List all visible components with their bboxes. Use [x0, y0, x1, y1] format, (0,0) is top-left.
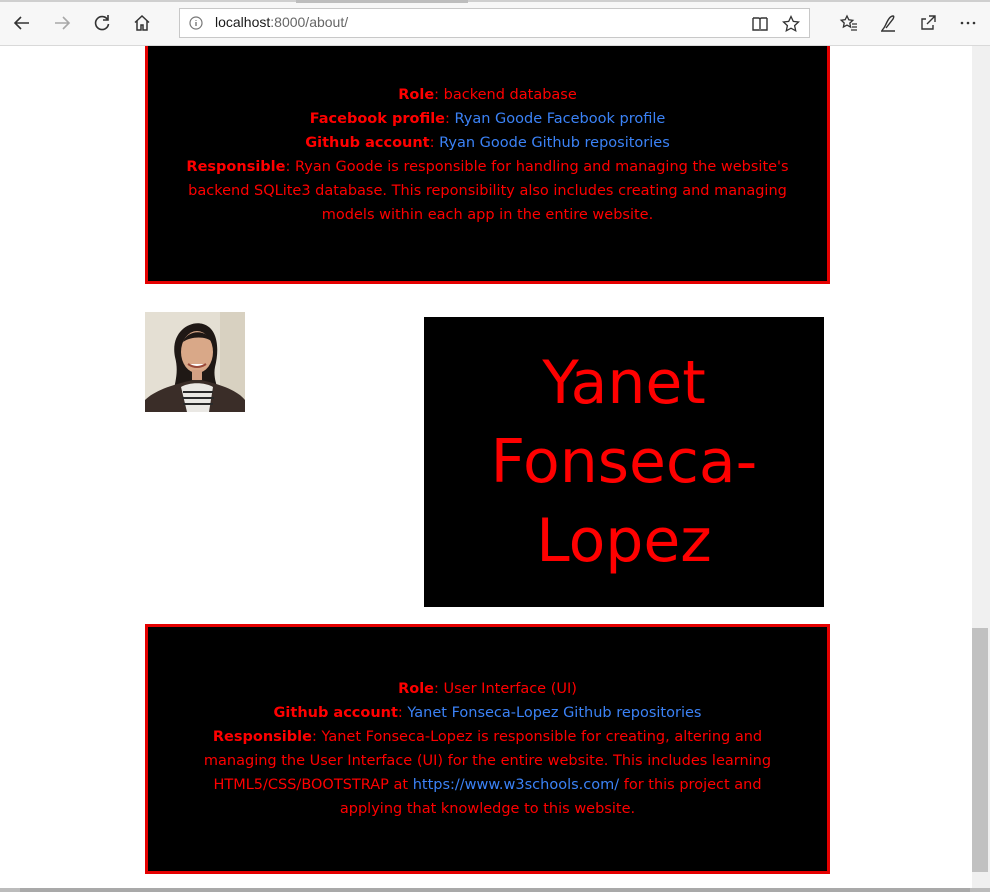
responsible-text-4: applying that knowledge to this website. [339, 801, 636, 817]
role-line: Role: backend database [398, 87, 577, 103]
responsible-text-1: Ryan Goode is responsible for handling a… [295, 159, 789, 175]
github-label: Github account [273, 705, 398, 721]
info-icon[interactable] [188, 15, 204, 31]
arrow-right-icon [55, 16, 71, 30]
tab-strip-edge-right [468, 0, 990, 2]
role-line: Role: User Interface (UI) [398, 681, 577, 697]
active-tab-edge [296, 0, 468, 3]
browser-toolbar: localhost:8000/about/ [0, 0, 990, 46]
responsible-line: Responsible: Yanet Fonseca-Lopez is resp… [212, 729, 763, 745]
facebook-line: Facebook profile: Ryan Goode Facebook pr… [309, 111, 666, 127]
url-path: :8000/about/ [270, 14, 349, 30]
address-bar[interactable]: localhost:8000/about/ [179, 8, 810, 38]
responsible-text-3-pre: HTML5/CSS/BOOTSTRAP at [213, 777, 413, 793]
refresh-button[interactable] [87, 8, 117, 38]
member-info-content: Role: User Interface (UI) Github account… [178, 677, 797, 821]
refresh-icon [94, 15, 110, 31]
github-repositories-link[interactable]: Yanet Fonseca-Lopez Github repositories [407, 705, 701, 721]
member-name-line-2: Fonseca- [490, 426, 758, 497]
tab-strip-edge [0, 0, 296, 2]
responsible-text-3: models within each app in the entire web… [321, 207, 654, 223]
more-dots-icon [960, 21, 976, 25]
member-info-card-yanet: Role: User Interface (UI) Github account… [145, 624, 830, 874]
url-text[interactable]: localhost:8000/about/ [215, 14, 348, 30]
role-value: User Interface (UI) [443, 681, 577, 697]
horizontal-scrollbar-thumb[interactable] [20, 888, 970, 892]
home-button[interactable] [127, 8, 157, 38]
back-button[interactable] [7, 8, 37, 38]
role-label: Role [398, 87, 435, 103]
w3schools-link[interactable]: https://www.w3schools.com/ [413, 777, 619, 793]
page-viewport: Role: backend database Facebook profile:… [0, 46, 972, 888]
member-name-line-3: Lopez [536, 505, 712, 576]
facebook-profile-link[interactable]: Ryan Goode Facebook profile [455, 111, 666, 127]
member-name-box: Yanet Fonseca- Lopez [424, 317, 824, 607]
share-button[interactable] [913, 8, 943, 38]
forward-button[interactable] [47, 8, 77, 38]
role-value: backend database [443, 87, 577, 103]
favorite-star-icon[interactable] [781, 14, 801, 34]
member-name-line-1: Yanet [542, 347, 706, 418]
favorites-button[interactable] [834, 8, 864, 38]
portrait-image [145, 312, 245, 412]
github-line: Github account: Yanet Fonseca-Lopez Gith… [273, 705, 702, 721]
responsible-text-2: managing the User Interface (UI) for the… [203, 753, 772, 769]
favorites-list-icon [839, 14, 857, 31]
responsible-text-3-post: for this project and [619, 777, 762, 793]
github-label: Github account [305, 135, 430, 151]
vertical-scrollbar-thumb[interactable] [972, 628, 988, 872]
github-line: Github account: Ryan Goode Github reposi… [305, 135, 670, 151]
member-photo-yanet [145, 312, 245, 412]
responsible-text-3: HTML5/CSS/BOOTSTRAP at https://www.w3sch… [178, 773, 797, 797]
facebook-label: Facebook profile [309, 111, 445, 127]
arrow-left-icon [13, 16, 29, 30]
notes-button[interactable] [873, 8, 903, 38]
github-repositories-link[interactable]: Ryan Goode Github repositories [439, 135, 670, 151]
pen-icon [881, 15, 895, 32]
more-button[interactable] [953, 8, 983, 38]
role-label: Role [398, 681, 435, 697]
url-host: localhost [215, 14, 271, 30]
responsible-line: Responsible: Ryan Goode is responsible f… [186, 159, 789, 175]
member-info-card-ryan: Role: backend database Facebook profile:… [145, 46, 830, 284]
responsible-text-2: backend SQLite3 database. This reponsibi… [188, 183, 787, 199]
responsible-label: Responsible [186, 159, 286, 175]
member-info-content: Role: backend database Facebook profile:… [178, 83, 797, 227]
share-icon [921, 15, 936, 30]
home-icon [134, 14, 150, 31]
responsible-label: Responsible [212, 729, 312, 745]
reading-view-icon[interactable] [750, 14, 770, 34]
responsible-text-1: Yanet Fonseca-Lopez is responsible for c… [321, 729, 763, 745]
